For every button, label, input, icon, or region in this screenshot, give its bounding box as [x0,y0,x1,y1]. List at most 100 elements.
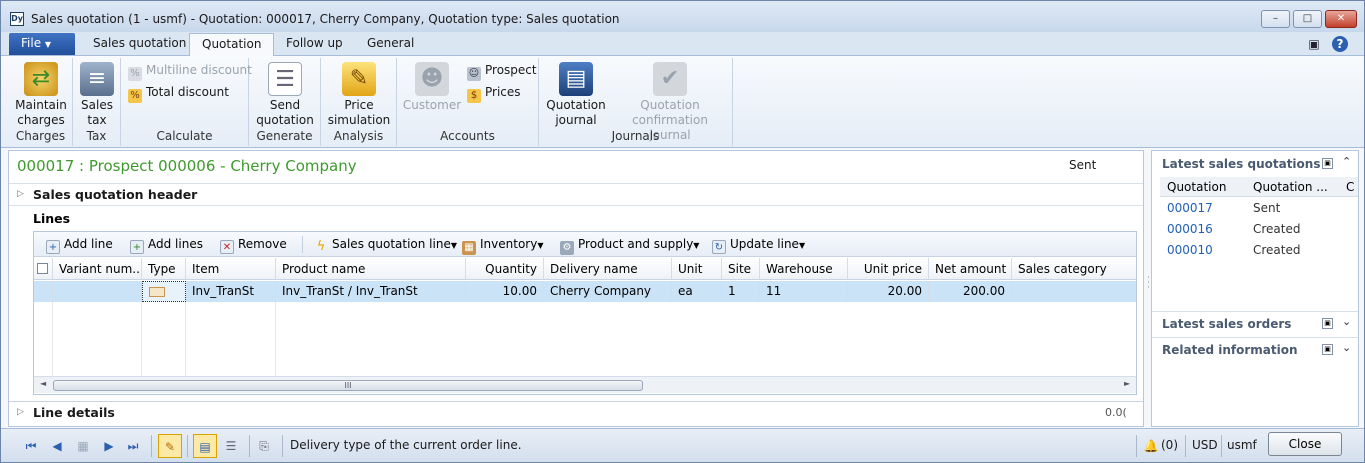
column-header-unit-price[interactable]: Unit price [848,258,929,280]
column-header-net-amount[interactable]: Net amount [929,258,1012,280]
grid-view-icon[interactable]: ▦ [75,438,91,454]
main-content: 000017 : Prospect 000006 - Cherry Compan… [8,150,1144,427]
tab-quotation[interactable]: Quotation [189,33,275,57]
first-record-icon[interactable]: ⏮ [23,438,39,454]
close-button[interactable]: Close [1268,432,1342,456]
help-icon[interactable]: ? [1332,36,1348,52]
add-lines-button[interactable]: + Add lines [130,236,203,254]
sales-quotation-line-menu[interactable]: ϟ Sales quotation line▼ [314,236,457,254]
collapse-chevron-icon[interactable]: ⌃ [1342,155,1351,168]
bell-icon[interactable]: 🔔 [1143,438,1159,454]
dropdown-arrow-icon: ▼ [798,241,806,250]
maintain-charges-button[interactable]: ⇄ Maintain charges [11,62,71,128]
quotation-journal-button[interactable]: ▤ Quotation journal [545,62,607,128]
send-quotation-button[interactable]: ☰ Send quotation [253,62,317,128]
group-generate: ☰ Send quotation Generate [249,58,321,146]
scrollbar-thumb[interactable]: III [53,380,643,391]
factbox-latest-orders[interactable]: Latest sales orders ▣ ⌄ [1152,311,1358,335]
boxes-icon: ▦ [462,241,476,255]
horizontal-scrollbar[interactable]: ◄ III ► [34,376,1136,393]
scroll-right-icon[interactable]: ► [1124,379,1130,388]
journal-check-icon: ✔ [653,62,687,96]
minimize-button[interactable]: – [1261,10,1290,28]
group-calculate: % Multiline discount % Total discount Calc… [121,58,252,146]
column-header-item[interactable]: Item [186,258,276,280]
column-header-delivery-name[interactable]: Delivery name [544,258,672,280]
layout-icon[interactable]: ▣ [1306,36,1322,52]
document-icon: ☰ [268,62,302,96]
factbox-related-information[interactable]: Related information ▣ ⌄ [1152,337,1358,361]
close-window-button[interactable]: ✕ [1325,10,1357,28]
select-all-checkbox[interactable] [34,258,53,280]
discount-icon: % [128,89,142,103]
tab-file[interactable]: File ▼ [9,33,75,55]
dropdown-arrow-icon: ▼ [537,241,544,250]
latest-quotations-header: Quotation Quotation ... C [1160,177,1358,197]
status-bar: ⏮ ◀ ▦ ▶ ⏭ ✎ ▤ ☰ ⎘ Delivery type of the c… [1,428,1364,462]
status-message: Delivery type of the current order line. [290,438,522,452]
maximize-factbox-icon[interactable]: ▣ [1322,344,1333,355]
lines-toolbar: + Add line + Add lines ✕ Remove ϟ Sales quot… [34,232,1136,257]
fasttab-header[interactable]: ▷ Sales quotation header [9,183,1143,205]
maximize-factbox-icon[interactable]: ▣ [1322,318,1333,329]
tab-sales-quotation[interactable]: Sales quotation [81,33,198,55]
notification-count[interactable]: (0) [1161,438,1178,452]
prices-button[interactable]: $ Prices [467,83,521,103]
product-and-supply-menu[interactable]: ⚙ Product and supply▼ [560,236,699,255]
column-header-product-name[interactable]: Product name [276,258,466,280]
total-discount-button[interactable]: % Total discount [128,83,229,103]
column-header-unit[interactable]: Unit [672,258,722,280]
ribbon-tabs: File ▼ Sales quotation Quotation Follow … [1,32,1364,57]
currency-label[interactable]: USD [1192,438,1218,452]
column-header-variant[interactable]: Variant num... [53,258,142,280]
remove-button[interactable]: ✕ Remove [220,236,287,254]
update-line-menu[interactable]: ↻ Update line▼ [712,236,806,254]
expand-chevron-icon[interactable]: ⌄ [1342,341,1351,354]
next-record-icon[interactable]: ▶ [101,438,117,454]
column-header-quantity[interactable]: Quantity [466,258,544,280]
line-type-icon[interactable] [142,281,186,302]
factbox-pane: Latest sales quotations ▣ ⌃ Quotation Qu… [1151,150,1359,427]
list-item[interactable]: 000016 Created [1160,219,1358,240]
expand-arrow-icon: ▷ [17,189,24,199]
splitter-grip[interactable]: · · · [1147,274,1150,293]
last-record-icon[interactable]: ⏭ [125,438,141,454]
sales-tax-button[interactable]: ≡ Sales tax [77,62,117,128]
maximize-button[interactable]: □ [1293,10,1322,28]
quotation-link[interactable]: 000016 [1167,219,1213,240]
quotation-link[interactable]: 000017 [1167,198,1213,219]
customer-button[interactable]: ☻ Customer [401,62,463,113]
inventory-menu[interactable]: ▦ Inventory▼ [462,236,544,255]
attachments-icon[interactable]: ⎘ [256,438,272,454]
product-icon: ⚙ [560,241,574,255]
company-label[interactable]: usmf [1227,438,1257,452]
previous-record-icon[interactable]: ◀ [49,438,65,454]
factbox-latest-quotations[interactable]: Latest sales quotations ▣ ⌃ [1152,152,1358,176]
column-header-type[interactable]: Type [142,258,186,280]
multiline-discount-button[interactable]: % Multiline discount [128,61,252,81]
list-item[interactable]: 000017 Sent [1160,198,1358,219]
maximize-factbox-icon[interactable]: ▣ [1322,158,1333,169]
tab-follow-up[interactable]: Follow up [274,33,355,55]
quotation-link[interactable]: 000010 [1167,240,1213,261]
chevron-down-icon: ▼ [44,40,52,49]
update-icon: ↻ [712,240,726,254]
expand-chevron-icon[interactable]: ⌄ [1342,315,1351,328]
lines-grid: Variant num... Type Item Product name Qu… [34,258,1136,376]
list-item[interactable]: 000010 Created [1160,240,1358,261]
price-simulation-button[interactable]: ✎ Price simulation [325,62,393,128]
details-view-icon[interactable]: ▤ [193,434,217,458]
grid-view-toggle-icon[interactable]: ☰ [223,438,239,454]
column-header-site[interactable]: Site [722,258,760,280]
edit-mode-icon[interactable]: ✎ [158,434,182,458]
add-rows-icon: + [130,240,144,254]
coins-icon: ⇄ [24,62,58,96]
tab-general[interactable]: General [355,33,426,55]
column-header-warehouse[interactable]: Warehouse [760,258,848,280]
column-header-sales-category[interactable]: Sales category [1012,258,1136,280]
fasttab-line-details[interactable]: ▷ Line details [9,401,1143,423]
status-label: Sent [1069,158,1097,172]
add-line-button[interactable]: + Add line [46,236,113,254]
prospect-button[interactable]: ☺ Prospect [467,61,537,81]
scroll-left-icon[interactable]: ◄ [40,379,46,388]
